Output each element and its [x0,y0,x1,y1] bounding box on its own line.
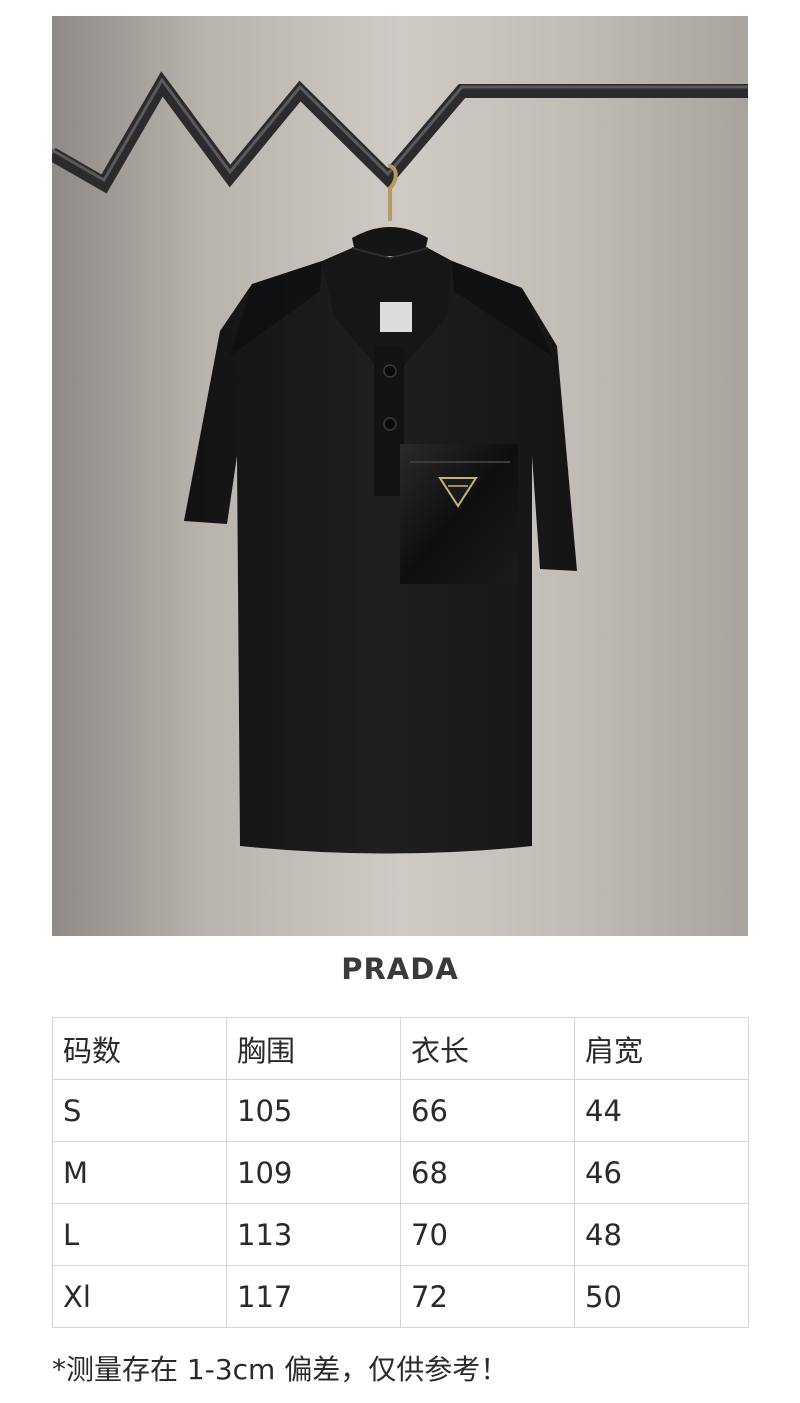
table-cell: M [52,1141,227,1204]
brand-title: PRADA [341,952,459,986]
product-photo [52,16,748,936]
table-row: M 109 68 46 [52,1141,749,1204]
chest-pocket [400,444,518,584]
table-row: L 113 70 48 [52,1203,749,1266]
table-cell: L [52,1203,227,1266]
table-cell: 113 [226,1203,401,1266]
table-cell: S [52,1079,227,1142]
table-cell: 44 [574,1079,749,1142]
hanging-rail [52,71,748,194]
size-table: 码数 胸围 衣长 肩宽 S 105 66 44 M 109 68 46 L 11… [52,1017,749,1328]
table-header-row: 码数 胸围 衣长 肩宽 [52,1017,749,1080]
header-cell-chest: 胸围 [226,1017,401,1080]
table-cell: 117 [226,1265,401,1328]
table-cell: 70 [400,1203,575,1266]
header-cell-size: 码数 [52,1017,227,1080]
header-cell-length: 衣长 [400,1017,575,1080]
table-cell: 50 [574,1265,749,1328]
table-cell: 46 [574,1141,749,1204]
header-cell-shoulder: 肩宽 [574,1017,749,1080]
button-top [383,364,397,378]
table-row: Xl 117 72 50 [52,1265,749,1328]
measurement-note: *测量存在 1-3cm 偏差，仅供参考！ [52,1353,509,1386]
button-bottom [383,417,397,431]
table-cell: 66 [400,1079,575,1142]
polo-shirt-illustration [52,71,748,854]
table-cell: 105 [226,1079,401,1142]
table-row: S 105 66 44 [52,1079,749,1142]
table-cell: 109 [226,1141,401,1204]
table-cell: 72 [400,1265,575,1328]
table-cell: 68 [400,1141,575,1204]
table-cell: Xl [52,1265,227,1328]
table-cell: 48 [574,1203,749,1266]
